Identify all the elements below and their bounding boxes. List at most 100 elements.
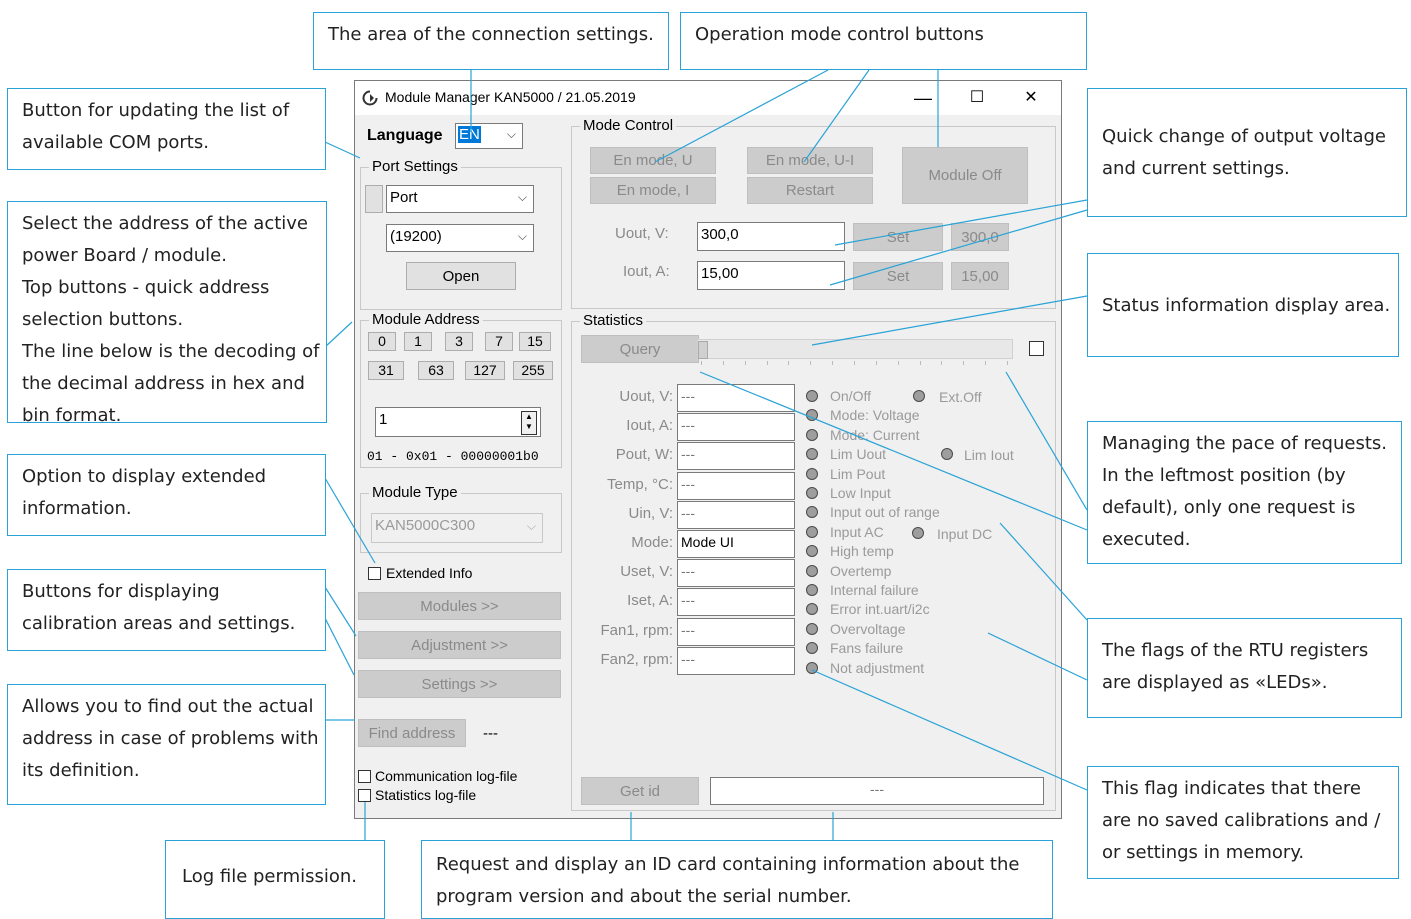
restart-button[interactable]: Restart bbox=[747, 177, 873, 204]
open-port-button[interactable]: Open bbox=[406, 262, 516, 290]
stat-value: --- bbox=[677, 646, 795, 675]
callout-line: Top buttons - quick address bbox=[22, 277, 270, 298]
uout-set-label: Uout, V: bbox=[615, 225, 669, 242]
led-indicator bbox=[806, 564, 818, 577]
iout-set-input[interactable]: 15,00 bbox=[697, 261, 845, 290]
flag-label: Not adjustment bbox=[830, 659, 925, 676]
close-button[interactable]: ✕ bbox=[1007, 81, 1055, 115]
stat-label: Iout, A: bbox=[626, 417, 673, 435]
baud-select[interactable]: (19200) ⌵ bbox=[386, 224, 534, 252]
callout-line: This flag indicates that there bbox=[1102, 778, 1361, 799]
statistics-log-checkbox[interactable] bbox=[358, 789, 371, 802]
address-value: 1 bbox=[379, 411, 388, 428]
callout-line: Buttons for displaying bbox=[22, 581, 220, 602]
slider-thumb[interactable] bbox=[698, 341, 708, 359]
chevron-down-icon: ⌵ bbox=[506, 127, 516, 141]
slider-tick bbox=[897, 361, 899, 365]
stat-value: Mode UI bbox=[677, 530, 795, 558]
address-15-button[interactable]: 15 bbox=[519, 332, 551, 351]
flag-label: Lim Uout bbox=[830, 446, 887, 463]
callout-line: Select the address of the active bbox=[22, 213, 308, 234]
callout-line: are displayed as «LEDs». bbox=[1102, 672, 1328, 693]
request-pace-slider[interactable] bbox=[697, 339, 1013, 359]
maximize-button[interactable]: ☐ bbox=[953, 81, 1001, 115]
led-indicator bbox=[806, 428, 818, 441]
stat-value: --- bbox=[677, 413, 795, 442]
address-3-button[interactable]: 3 bbox=[445, 332, 473, 351]
stat-label: Uin, V: bbox=[628, 504, 673, 522]
settings-button[interactable]: Settings >> bbox=[358, 670, 561, 698]
slider-tick bbox=[744, 361, 746, 365]
callout-line: Button for updating the list of bbox=[22, 100, 290, 121]
module-type-label: Module Type bbox=[369, 484, 461, 501]
address-7-button[interactable]: 7 bbox=[485, 332, 513, 351]
flag-label: Overvoltage bbox=[830, 620, 906, 637]
callout-find-address: Allows you to find out the actual addres… bbox=[7, 684, 326, 805]
callout-line: its definition. bbox=[22, 760, 140, 781]
minimize-button[interactable]: — bbox=[899, 81, 947, 115]
stat-value: --- bbox=[677, 471, 795, 500]
iout-set-button[interactable]: Set bbox=[853, 262, 943, 290]
address-63-button[interactable]: 63 bbox=[418, 361, 454, 380]
language-select[interactable]: EN ⌵ bbox=[455, 123, 523, 149]
callout-line: bin format. bbox=[22, 405, 122, 426]
flag-label: Error int.uart/i2c bbox=[830, 601, 930, 618]
callout-operation-mode: Operation mode control buttons bbox=[680, 12, 1087, 70]
en-mode-i-button[interactable]: En mode, I bbox=[590, 177, 716, 204]
slider-tick bbox=[875, 361, 877, 365]
callout-line: program version and about the serial num… bbox=[436, 886, 852, 907]
communication-log-checkbox[interactable] bbox=[358, 770, 371, 783]
module-off-button[interactable]: Module Off bbox=[902, 147, 1028, 204]
address-31-button[interactable]: 31 bbox=[368, 361, 404, 380]
status-checkbox[interactable] bbox=[1029, 341, 1044, 356]
query-button[interactable]: Query bbox=[581, 335, 699, 363]
flag-lim-iout: Lim Iout bbox=[964, 447, 1014, 463]
statistics-log-label: Statistics log-file bbox=[375, 787, 477, 803]
port-settings-label: Port Settings bbox=[369, 158, 461, 175]
flag-label: Mode: Current bbox=[830, 426, 920, 443]
iout-set-label: Iout, A: bbox=[623, 263, 670, 280]
address-0-button[interactable]: 0 bbox=[368, 332, 396, 351]
led-indicator bbox=[806, 467, 818, 480]
stat-value: --- bbox=[677, 588, 795, 617]
adjustment-button[interactable]: Adjustment >> bbox=[358, 631, 561, 659]
callout-request-pace: Managing the pace of requests. In the le… bbox=[1087, 421, 1402, 564]
language-label: Language bbox=[367, 127, 443, 144]
module-address-label: Module Address bbox=[369, 311, 483, 328]
callout-extended-info: Option to display extended information. bbox=[7, 454, 326, 536]
slider-tick bbox=[919, 361, 921, 365]
slider-tick bbox=[722, 361, 724, 365]
uout-set-input[interactable]: 300,0 bbox=[697, 222, 845, 251]
address-127-button[interactable]: 127 bbox=[465, 361, 505, 380]
callout-line: Quick change of output voltage bbox=[1102, 126, 1387, 147]
address-1-button[interactable]: 1 bbox=[404, 332, 432, 351]
en-mode-ui-button[interactable]: En mode, U-I bbox=[747, 147, 873, 174]
modules-button[interactable]: Modules >> bbox=[358, 592, 561, 620]
port-select[interactable]: Port ⌵ bbox=[386, 185, 534, 213]
address-255-button[interactable]: 255 bbox=[513, 361, 553, 380]
stat-value: --- bbox=[677, 617, 795, 646]
uout-set-button[interactable]: Set bbox=[853, 223, 943, 251]
spinner-arrows-icon[interactable]: ▲ ▼ bbox=[521, 411, 537, 435]
address-spinner[interactable]: 1 ▲ ▼ bbox=[375, 407, 541, 437]
stat-label: Pout, W: bbox=[615, 446, 673, 464]
led-indicator bbox=[806, 487, 818, 499]
stat-value: --- bbox=[677, 500, 795, 529]
communication-log-label: Communication log-file bbox=[375, 768, 518, 784]
find-address-button[interactable]: Find address bbox=[358, 719, 466, 747]
flag-input-dc: Input DC bbox=[937, 526, 993, 542]
callout-line: available COM ports. bbox=[22, 132, 209, 153]
address-decoded: 01 - 0x01 - 00000001b0 bbox=[367, 449, 539, 464]
callout-line: power Board / module. bbox=[22, 245, 227, 266]
title-bar: Module Manager KAN5000 / 21.05.2019 — ☐ … bbox=[355, 81, 1061, 115]
get-id-button[interactable]: Get id bbox=[581, 777, 699, 805]
callout-line: calibration areas and settings. bbox=[22, 613, 296, 634]
en-mode-u-button[interactable]: En mode, U bbox=[590, 147, 716, 174]
refresh-ports-button[interactable] bbox=[365, 185, 383, 213]
module-type-select[interactable]: KAN5000C300 ⌵ bbox=[371, 513, 543, 543]
extended-info-checkbox[interactable] bbox=[368, 567, 381, 580]
callout-status-area: Status information display area. bbox=[1087, 253, 1399, 357]
callout-line: Request and display an ID card containin… bbox=[436, 854, 1020, 875]
callout-line: selection buttons. bbox=[22, 309, 184, 330]
slider-tick bbox=[766, 361, 768, 365]
